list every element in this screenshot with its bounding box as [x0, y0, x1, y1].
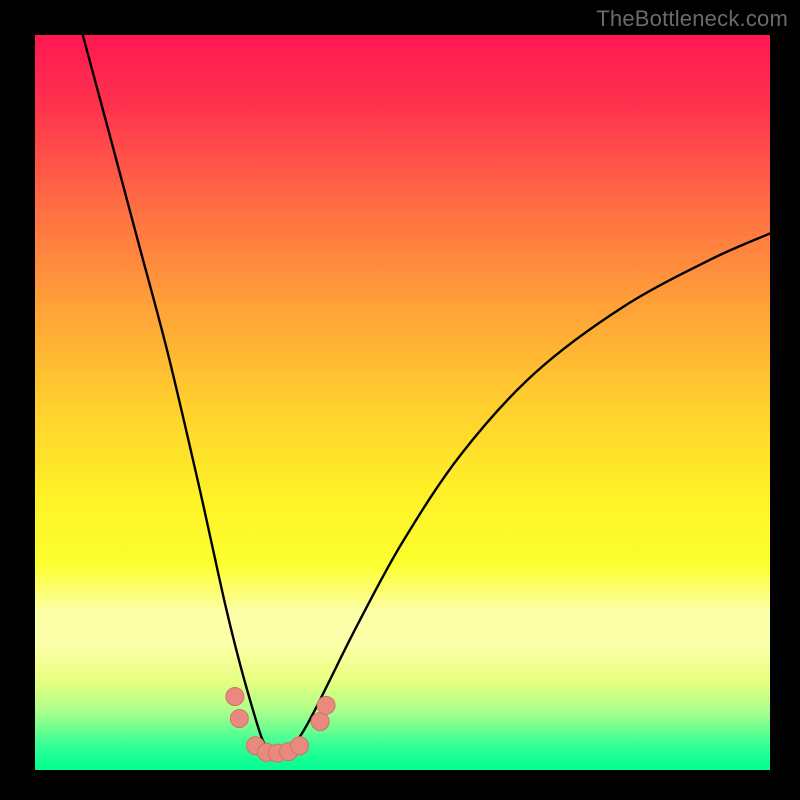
chart-frame: TheBottleneck.com [0, 0, 800, 800]
data-point [291, 737, 309, 755]
data-point [226, 688, 244, 706]
watermark-text: TheBottleneck.com [596, 6, 788, 32]
bottleneck-curve [35, 35, 770, 770]
plot-area [35, 35, 770, 770]
data-point [311, 712, 329, 730]
data-point [317, 696, 335, 714]
data-point [230, 710, 248, 728]
